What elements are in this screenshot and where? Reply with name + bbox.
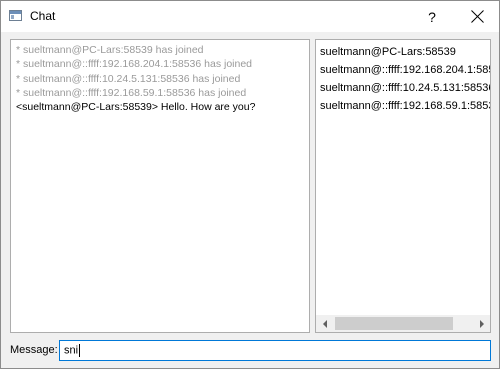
scrollbar-track[interactable] xyxy=(333,315,473,332)
message-input[interactable]: sni xyxy=(59,340,491,361)
user-list-item[interactable]: sueltmann@::ffff:192.168.59.1:58536 xyxy=(320,97,490,115)
chat-line: * sueltmann@PC-Lars:58539 has joined xyxy=(16,44,204,56)
chat-line: <sueltmann@PC-Lars:58539> Hello. How are… xyxy=(16,101,256,114)
chevron-right-icon xyxy=(479,319,484,328)
scroll-left-button[interactable] xyxy=(316,315,333,332)
text-caret xyxy=(79,344,81,357)
help-button[interactable]: ? xyxy=(411,1,453,32)
close-icon xyxy=(471,10,484,23)
title-bar[interactable]: Chat ? xyxy=(1,1,499,32)
chat-line: * sueltmann@::ffff:192.168.204.1:58536 h… xyxy=(16,58,253,71)
window-title: Chat xyxy=(30,9,56,23)
chat-log[interactable]: * sueltmann@PC-Lars:58539 has joined * s… xyxy=(10,39,310,333)
message-label: Message: xyxy=(10,344,58,356)
scroll-right-button[interactable] xyxy=(473,315,490,332)
chat-line: * sueltmann@::ffff:192.168.59.1:58536 ha… xyxy=(16,86,247,99)
user-list[interactable]: sueltmann@PC-Lars:58539 sueltmann@::ffff… xyxy=(315,39,491,333)
close-button[interactable] xyxy=(456,1,498,32)
user-list-item[interactable]: sueltmann@::ffff:10.24.5.131:58536 xyxy=(320,79,490,97)
chat-line: * sueltmann@::ffff:10.24.5.131:58536 has… xyxy=(16,72,241,85)
app-window-icon xyxy=(9,10,22,21)
message-input-value: sni xyxy=(64,344,79,357)
chat-window: Chat ? * sueltmann@PC-Lars:58539 has joi… xyxy=(0,0,500,369)
scrollbar-thumb[interactable] xyxy=(335,317,453,330)
user-list-item[interactable]: sueltmann@::ffff:192.168.204.1:58536 xyxy=(320,61,490,79)
chevron-left-icon xyxy=(322,319,327,328)
user-list-item[interactable]: sueltmann@PC-Lars:58539 xyxy=(320,43,490,61)
horizontal-scrollbar[interactable] xyxy=(316,315,490,332)
